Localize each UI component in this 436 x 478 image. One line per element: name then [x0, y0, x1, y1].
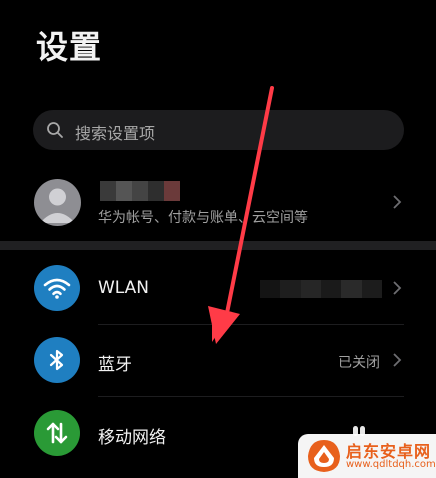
chevron-right-icon — [393, 353, 402, 367]
watermark-logo-icon — [308, 440, 340, 472]
search-input[interactable]: 搜索设置项 — [75, 120, 155, 144]
bluetooth-icon-circle — [34, 337, 80, 383]
wlan-value-redacted — [260, 280, 382, 298]
wlan-label: WLAN — [98, 278, 150, 298]
search-bar[interactable]: 搜索设置项 — [33, 110, 404, 150]
mobile-data-icon — [46, 422, 68, 444]
chevron-right-icon — [393, 281, 402, 295]
wlan-icon-circle — [34, 265, 80, 311]
page-title: 设置 — [36, 28, 103, 66]
bluetooth-icon — [49, 349, 64, 371]
user-avatar-icon — [40, 188, 75, 223]
search-icon — [47, 122, 63, 138]
wifi-icon — [43, 278, 71, 299]
watermark-badge: 启东安卓网 www.qdltdqh.com — [298, 434, 436, 478]
avatar[interactable] — [34, 179, 81, 226]
section-separator — [0, 241, 436, 250]
chevron-right-icon — [393, 195, 402, 209]
bluetooth-status: 已关闭 — [338, 355, 380, 371]
mobile-icon-circle — [34, 410, 80, 456]
watermark-url: www.qdltdqh.com — [346, 459, 436, 470]
mobile-network-label: 移动网络 — [98, 428, 166, 448]
account-subtitle: 华为帐号、付款与账单、云空间等 — [98, 210, 308, 226]
account-name-redacted — [100, 181, 180, 201]
bluetooth-label: 蓝牙 — [98, 355, 132, 375]
